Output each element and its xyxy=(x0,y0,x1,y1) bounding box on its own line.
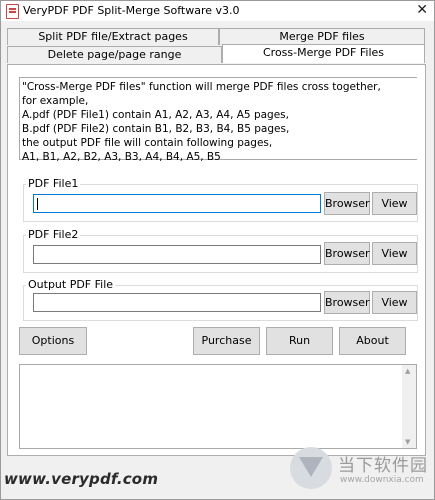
output-pdf-view-button[interactable]: View xyxy=(372,291,417,314)
window-title: VeryPDF PDF Split-Merge Software v3.0 xyxy=(23,4,240,17)
title-bar: VeryPDF PDF Split-Merge Software v3.0 ✕ xyxy=(1,1,434,21)
options-button[interactable]: Options xyxy=(19,327,87,355)
output-pdf-label: Output PDF File xyxy=(26,278,116,291)
description-box: "Cross-Merge PDF files" function will me… xyxy=(19,77,417,163)
description-line: "Cross-Merge PDF files" function will me… xyxy=(22,81,381,93)
run-button[interactable]: Run xyxy=(266,327,333,355)
tab-delete-pages[interactable]: Delete page/page range xyxy=(7,46,222,63)
pdf-file2-browse-button[interactable]: Browser xyxy=(324,242,370,265)
app-window: VeryPDF PDF Split-Merge Software v3.0 ✕ … xyxy=(0,0,435,500)
close-icon[interactable]: ✕ xyxy=(416,2,428,18)
pdf-file2-group: PDF File2 Browser View xyxy=(23,228,418,273)
tab-merge[interactable]: Merge PDF files xyxy=(219,28,425,45)
log-scrollbar[interactable]: ▲ ▼ xyxy=(402,365,416,448)
pdf-file2-label: PDF File2 xyxy=(26,228,81,241)
pdf-file1-browse-button[interactable]: Browser xyxy=(324,192,370,215)
watermark-en-text: www.downxia.com xyxy=(340,475,424,485)
pdf-file1-group: PDF File1 Browser View xyxy=(23,177,418,222)
description-line: A1, B1, A2, B2, A3, B3, A4, B4, A5, B5 xyxy=(22,151,221,163)
pdf-file1-input[interactable] xyxy=(33,194,321,213)
watermark: 当下软件园 www.downxia.com xyxy=(286,445,431,495)
pdf-file1-label: PDF File1 xyxy=(26,177,81,190)
tab-split-extract[interactable]: Split PDF file/Extract pages xyxy=(7,28,219,45)
description-line: for example, xyxy=(22,95,89,107)
tab-cross-merge[interactable]: Cross-Merge PDF Files xyxy=(222,44,425,63)
purchase-button[interactable]: Purchase xyxy=(193,327,260,355)
log-output-area[interactable]: ▲ ▼ xyxy=(19,364,417,449)
description-line: B.pdf (PDF File2) contain B1, B2, B3, B4… xyxy=(22,123,290,135)
watermark-cn-text: 当下软件园 xyxy=(338,456,428,476)
scroll-up-icon[interactable]: ▲ xyxy=(405,367,410,375)
pdf-file2-view-button[interactable]: View xyxy=(372,242,417,265)
output-pdf-browse-button[interactable]: Browser xyxy=(324,291,370,314)
description-line: the output PDF file will contain followi… xyxy=(22,137,273,149)
pdf-file1-view-button[interactable]: View xyxy=(372,192,417,215)
about-button[interactable]: About xyxy=(339,327,406,355)
text-caret xyxy=(37,198,38,210)
website-url: www.verypdf.com xyxy=(4,470,159,488)
output-pdf-input[interactable] xyxy=(33,293,321,312)
tab-strip: Split PDF file/Extract pages Merge PDF f… xyxy=(7,28,425,64)
output-pdf-group: Output PDF File Browser View xyxy=(23,278,418,321)
description-line: A.pdf (PDF File1) contain A1, A2, A3, A4… xyxy=(22,109,289,121)
pdf-file2-input[interactable] xyxy=(33,245,321,264)
watermark-logo-icon xyxy=(290,447,332,489)
app-icon xyxy=(6,4,19,19)
